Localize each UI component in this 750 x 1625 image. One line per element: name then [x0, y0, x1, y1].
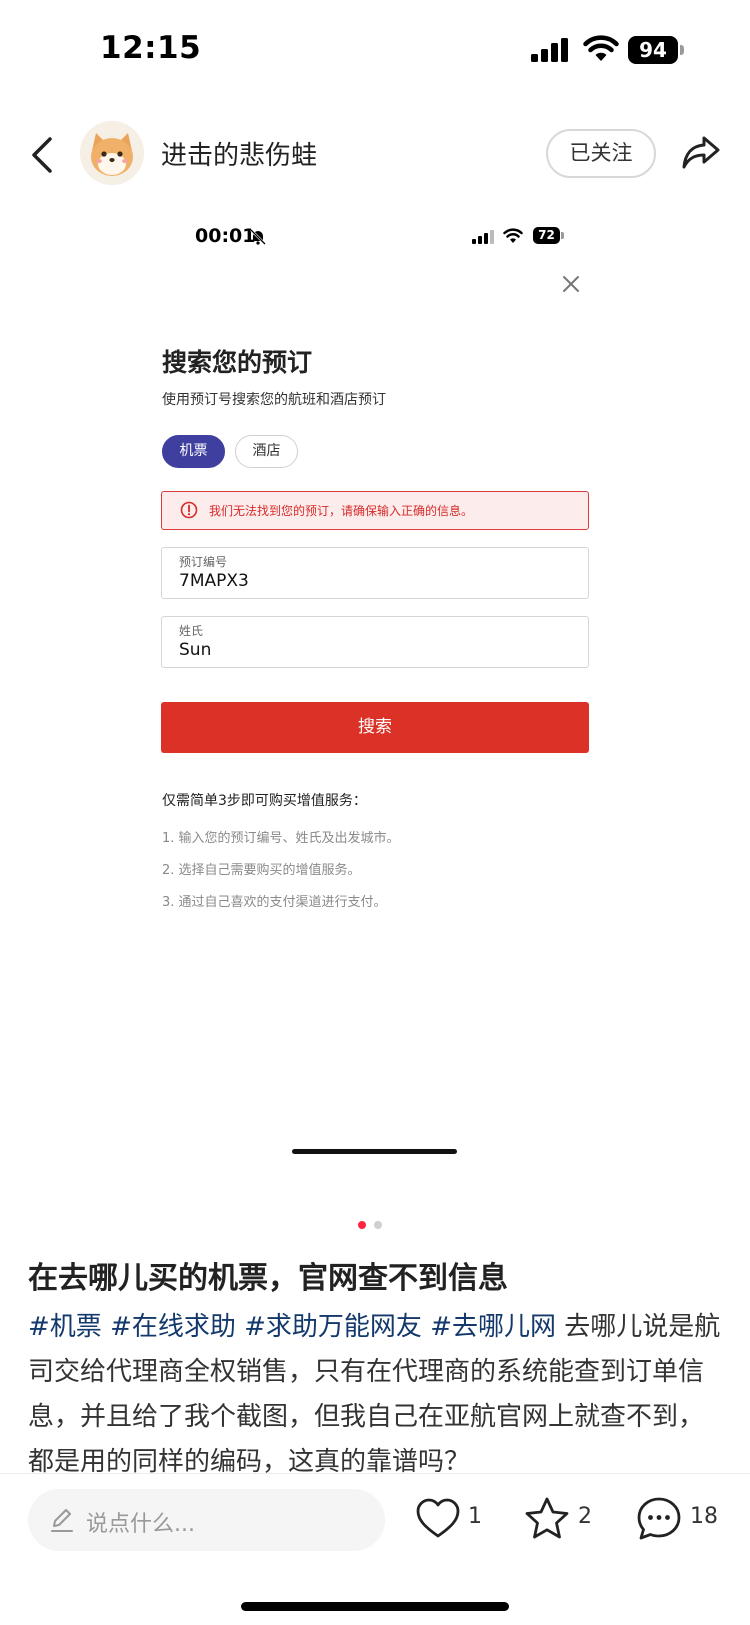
hashtag[interactable]: #求助万能网友 [244, 1312, 422, 1342]
hashtag[interactable]: #在线求助 [110, 1312, 236, 1342]
collect-count: 2 [578, 1504, 592, 1529]
shiba-avatar-icon [80, 121, 144, 185]
cellular-signal-icon [531, 38, 568, 62]
star-icon[interactable] [524, 1496, 570, 1542]
author-name[interactable]: 进击的悲伤蛙 [161, 135, 317, 172]
pencil-icon [51, 1509, 73, 1532]
wifi-icon [583, 35, 619, 61]
comment-placeholder: 说点什么... [86, 1512, 195, 1537]
booking-number-label: 预订编号 [179, 555, 228, 569]
status-bar: 12:15 94 [0, 0, 750, 100]
follow-button[interactable]: 已关注 [546, 129, 656, 178]
booking-search-subtitle: 使用预订号搜索您的航班和酒店预订 [162, 392, 386, 408]
inner-wifi-icon [503, 228, 523, 243]
comment-icon[interactable] [636, 1496, 682, 1542]
inner-home-indicator [292, 1149, 457, 1154]
search-button: 搜索 [161, 702, 589, 753]
tab-flights: 机票 [162, 435, 225, 468]
battery-level: 94 [628, 36, 678, 64]
inner-signal-icon [472, 230, 494, 244]
bell-muted-icon [250, 229, 266, 245]
home-indicator [241, 1602, 509, 1611]
surname-field: 姓氏 Sun [161, 616, 589, 668]
step-item: 2. 选择自己需要购买的增值服务。 [162, 863, 361, 878]
comment-count: 18 [690, 1504, 718, 1529]
hashtag[interactable]: #机票 [28, 1312, 102, 1342]
step-item: 3. 通过自己喜欢的支付渠道进行支付。 [162, 895, 387, 910]
back-icon[interactable] [28, 135, 58, 175]
post-image[interactable]: 00:01 72 搜索您的预订 使用预订号搜索您的航班和酒店预订 机票 酒店 我… [0, 200, 750, 1190]
bottom-action-bar: 说点什么... 1 2 18 [0, 1474, 750, 1625]
heart-icon[interactable] [415, 1496, 461, 1542]
steps-title: 仅需简单3步即可购买增值服务： [162, 793, 367, 809]
avatar[interactable] [80, 121, 144, 185]
carousel-dot[interactable] [374, 1221, 382, 1229]
error-message: 我们无法找到您的预订，请确保输入正确的信息。 [209, 504, 474, 518]
like-count: 1 [468, 1504, 482, 1529]
status-time: 12:15 [100, 30, 202, 66]
surname-value: Sun [179, 640, 212, 660]
tab-hotels: 酒店 [235, 435, 298, 468]
carousel-dot-active[interactable] [358, 1221, 366, 1229]
close-icon [563, 276, 579, 292]
hashtag[interactable]: #去哪儿网 [430, 1312, 556, 1342]
inner-battery-icon: 72 [533, 227, 564, 244]
post-title: 在去哪儿买的机票，官网查不到信息 [28, 1261, 508, 1296]
post-body: #机票 #在线求助 #求助万能网友 #去哪儿网 去哪儿说是航司交给代理商全权销售… [28, 1305, 728, 1473]
booking-search-title: 搜索您的预订 [162, 348, 313, 377]
booking-number-value: 7MAPX3 [179, 571, 249, 591]
error-banner: 我们无法找到您的预订，请确保输入正确的信息。 [161, 491, 589, 530]
inner-battery-level: 72 [533, 227, 560, 244]
step-item: 1. 输入您的预订编号、姓氏及出发城市。 [162, 831, 400, 846]
inner-status-time: 00:01 [195, 225, 256, 247]
share-icon[interactable] [680, 131, 722, 173]
battery-icon: 94 [628, 36, 684, 64]
surname-label: 姓氏 [179, 624, 204, 638]
error-icon [180, 501, 198, 519]
comment-input[interactable]: 说点什么... [28, 1489, 385, 1551]
booking-number-field: 预订编号 7MAPX3 [161, 547, 589, 599]
